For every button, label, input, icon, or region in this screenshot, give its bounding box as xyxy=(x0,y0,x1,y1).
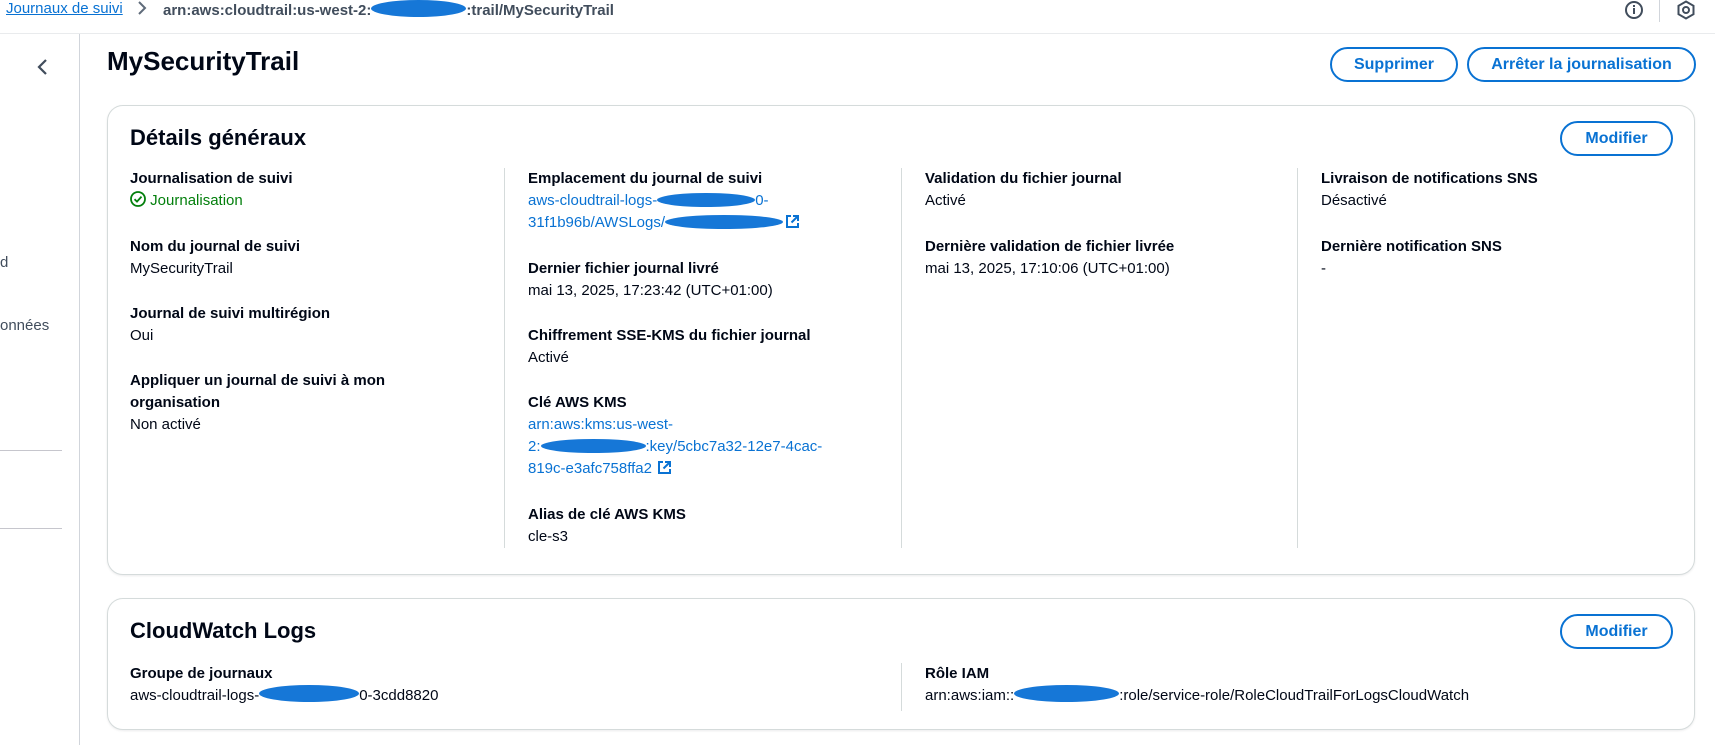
nav-divider xyxy=(0,450,62,451)
field-label: Nom du journal de suivi xyxy=(130,238,301,255)
value-text: arn:aws:iam:: xyxy=(925,687,1015,704)
breadcrumb-chevron-icon xyxy=(137,1,147,18)
kms-key-field: Clé AWS KMS arn:aws:kms:us-west- 2: :key/… xyxy=(528,392,822,482)
external-link-icon xyxy=(785,214,800,236)
link-text: 31f1b96b/AWSLogs/ xyxy=(528,214,666,231)
check-circle-icon xyxy=(130,191,146,209)
field-label: Rôle IAM xyxy=(925,665,990,682)
organization-field: Appliquer un journal de suivi à mon orga… xyxy=(130,370,430,436)
column-divider xyxy=(1297,168,1298,548)
logging-status-field: Journalisation de suivi Journalisation xyxy=(130,168,293,212)
info-icon[interactable] xyxy=(1624,0,1644,20)
last-sns-field: Dernière notification SNS - xyxy=(1321,236,1502,280)
nav-item-fragment[interactable]: d xyxy=(0,254,8,271)
cloudwatch-logs-card: CloudWatch Logs Modifier Groupe de journ… xyxy=(107,598,1695,730)
settings-hex-icon[interactable] xyxy=(1676,0,1696,20)
log-validation-field: Validation du fichier journal Activé xyxy=(925,168,1122,212)
column-divider xyxy=(901,663,902,711)
multiregion-field: Journal de suivi multirégion Oui xyxy=(130,303,330,347)
collapse-nav-chevron-icon[interactable] xyxy=(36,56,48,82)
link-text: arn:aws:kms:us-west- xyxy=(528,416,674,433)
value-text: 0-3cdd8820 xyxy=(359,687,439,704)
field-value: Oui xyxy=(130,327,154,344)
field-label: Dernière notification SNS xyxy=(1321,238,1502,255)
breadcrumb-arn-suffix: :trail/MySecurityTrail xyxy=(466,2,614,19)
log-group-field: Groupe de journaux aws-cloudtrail-logs- 0… xyxy=(130,663,438,707)
external-link-icon xyxy=(657,460,672,482)
sns-delivery-field: Livraison de notifications SNS Désactivé xyxy=(1321,168,1538,212)
link-text: 0- xyxy=(755,192,769,209)
sse-kms-field: Chiffrement SSE-KMS du fichier journal A… xyxy=(528,325,811,369)
link-text: :key/5cbc7a32-12e7-4cac- xyxy=(645,438,823,455)
nav-divider xyxy=(0,528,62,529)
cloudwatch-logs-title: CloudWatch Logs xyxy=(130,618,317,643)
field-value: aws-cloudtrail-logs- 0-3cdd8820 xyxy=(130,685,438,707)
status-badge: Journalisation xyxy=(130,190,293,212)
field-label: Validation du fichier journal xyxy=(925,170,1122,187)
redaction-mark xyxy=(657,193,756,207)
general-details-card: Détails généraux Modifier Journalisation… xyxy=(107,105,1695,575)
delete-button[interactable]: Supprimer xyxy=(1330,47,1458,82)
field-label: Livraison de notifications SNS xyxy=(1321,170,1538,187)
field-label: Emplacement du journal de suivi xyxy=(528,170,763,187)
link-text: 819c-e3afc758ffa2 xyxy=(528,460,652,477)
column-divider xyxy=(901,168,902,548)
field-label: Dernier fichier journal livré xyxy=(528,260,719,277)
column-divider xyxy=(504,168,505,548)
general-details-title: Détails généraux xyxy=(130,125,307,150)
redaction-mark xyxy=(371,0,467,17)
last-validation-field: Dernière validation de fichier livrée ma… xyxy=(925,236,1174,280)
status-text: Journalisation xyxy=(150,192,243,209)
iam-role-field: Rôle IAM arn:aws:iam:::role/service-role… xyxy=(925,663,1469,707)
topbar-divider xyxy=(1659,0,1660,22)
edit-general-button[interactable]: Modifier xyxy=(1560,121,1673,156)
nav-item-fragment[interactable]: onnées xyxy=(0,317,49,334)
kms-alias-field: Alias de clé AWS KMS cle-s3 xyxy=(528,504,686,548)
trail-location-field: Emplacement du journal de suivi aws-clou… xyxy=(528,168,800,236)
redaction-mark xyxy=(540,439,646,453)
breadcrumb-current: arn:aws:cloudtrail:us-west-2: :trail/MySe… xyxy=(163,0,614,20)
field-label: Alias de clé AWS KMS xyxy=(528,506,686,523)
field-value: mai 13, 2025, 17:23:42 (UTC+01:00) xyxy=(528,282,773,299)
stop-logging-button[interactable]: Arrêter la journalisation xyxy=(1467,47,1696,82)
last-delivered-field: Dernier fichier journal livré mai 13, 20… xyxy=(528,258,773,302)
field-value: Activé xyxy=(528,349,569,366)
field-value: Non activé xyxy=(130,416,201,433)
field-value: MySecurityTrail xyxy=(130,260,233,277)
redaction-mark xyxy=(665,215,784,229)
edit-cloudwatch-button[interactable]: Modifier xyxy=(1560,614,1673,649)
side-navigation: d onnées xyxy=(0,34,80,745)
link-text: aws-cloudtrail-logs- xyxy=(528,192,658,209)
top-bar: Journaux de suivi arn:aws:cloudtrail:us-… xyxy=(0,0,1715,34)
field-label: Groupe de journaux xyxy=(130,665,273,682)
field-value: mai 13, 2025, 17:10:06 (UTC+01:00) xyxy=(925,260,1170,277)
field-label: Dernière validation de fichier livrée xyxy=(925,238,1175,255)
field-label: Clé AWS KMS xyxy=(528,394,627,411)
kms-key-link[interactable]: arn:aws:kms:us-west- 2: :key/5cbc7a32-12e… xyxy=(528,414,822,482)
value-text: :role/service-role/RoleCloudTrailForLogs… xyxy=(1119,687,1470,704)
breadcrumb-arn-prefix: arn:aws:cloudtrail:us-west-2: xyxy=(163,2,372,19)
field-label: Appliquer un journal de suivi à mon orga… xyxy=(130,372,386,411)
s3-location-link[interactable]: aws-cloudtrail-logs- 0- 31f1b96b/AWSLogs/ xyxy=(528,190,800,236)
field-value: arn:aws:iam:::role/service-role/RoleClou… xyxy=(925,685,1469,707)
field-value: - xyxy=(1321,260,1326,277)
field-label: Chiffrement SSE-KMS du fichier journal xyxy=(528,327,811,344)
link-text: 2: xyxy=(528,438,541,455)
value-text: aws-cloudtrail-logs- xyxy=(130,687,260,704)
field-label: Journal de suivi multirégion xyxy=(130,305,331,322)
field-value: cle-s3 xyxy=(528,528,569,545)
field-label: Journalisation de suivi xyxy=(130,170,293,187)
redaction-mark xyxy=(1014,685,1120,702)
redaction-mark xyxy=(259,685,360,702)
field-value: Activé xyxy=(925,192,966,209)
trail-name-field: Nom du journal de suivi MySecurityTrail xyxy=(130,236,300,280)
page-title: MySecurityTrail xyxy=(107,46,300,76)
field-value: Désactivé xyxy=(1321,192,1387,209)
breadcrumb-link-trails[interactable]: Journaux de suivi xyxy=(6,0,123,18)
